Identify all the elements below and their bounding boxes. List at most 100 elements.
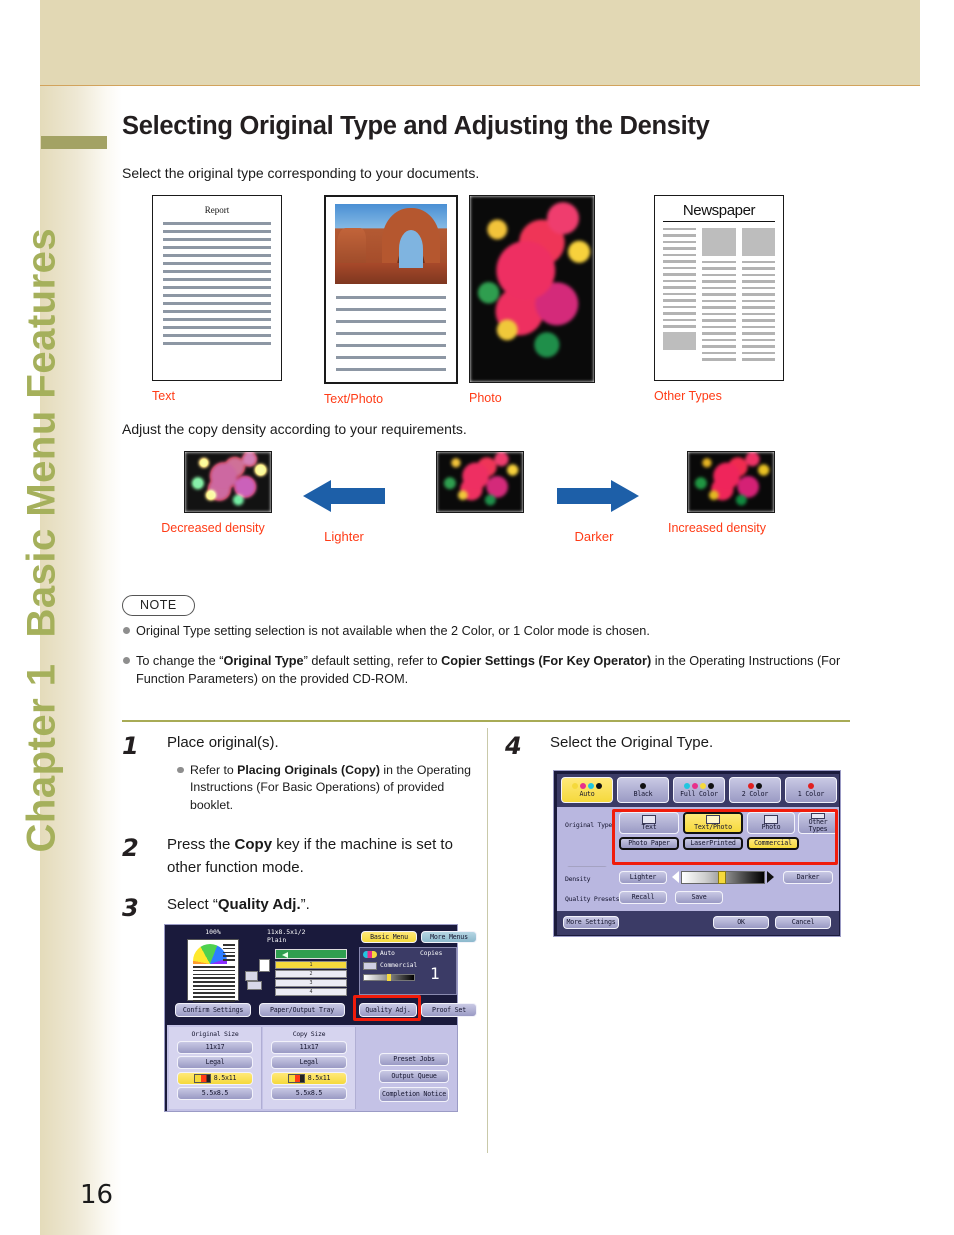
original-type-text-photo[interactable]: Text/Photo — [683, 812, 743, 834]
sample-text-image: Report — [152, 194, 282, 381]
button-cancel[interactable]: Cancel — [775, 916, 831, 929]
lcd-a-upper-area: 100% 11x8.5x1/2 Plain 1 2 3 4 Basic Menu… — [167, 927, 477, 1023]
tray-row-3: 3 — [275, 979, 347, 987]
machine-diagram-icon — [245, 957, 273, 993]
slider-left-arrow-icon[interactable] — [672, 871, 679, 883]
original-type-photo[interactable]: Photo — [747, 812, 795, 834]
density-illustration: Decreased density Lighter Darker Increas… — [122, 450, 862, 561]
tray-row-2: 2 — [275, 970, 347, 978]
note-item-2-bold1: Original Type — [223, 653, 304, 668]
chapter-title: Basic Menu Features — [19, 227, 64, 638]
black-dot-icon — [640, 783, 646, 790]
original-type-photo-paper[interactable]: Photo Paper — [619, 837, 679, 850]
color-mode-icon — [363, 951, 377, 958]
quality-presets-label: Quality Presets — [565, 895, 620, 903]
button-paper-output-tray[interactable]: Paper/Output Tray — [259, 1003, 345, 1017]
sample-doc-title: Report — [204, 204, 230, 215]
chapter-label: Chapter 1 Basic Menu Features — [20, 53, 65, 853]
newspaper-columns — [663, 227, 775, 365]
step-2-text: Press the Copy key if the machine is set… — [167, 834, 472, 880]
step-3-post: ”. — [300, 895, 310, 913]
original-size-legal[interactable]: Legal — [177, 1056, 253, 1069]
button-lighter[interactable]: Lighter — [619, 871, 667, 884]
copy-size-legal[interactable]: Legal — [271, 1056, 347, 1069]
original-size-5x8[interactable]: 5.5x8.5 — [177, 1087, 253, 1100]
copy-size-5x8[interactable]: 5.5x8.5 — [271, 1087, 347, 1100]
tray-row-1: 1 — [275, 961, 347, 969]
color-mode-black[interactable]: Black — [617, 777, 669, 803]
button-preset-jobs[interactable]: Preset Jobs — [379, 1053, 449, 1066]
button-quality-adj[interactable]: Quality Adj. — [359, 1003, 417, 1017]
button-completion-notice[interactable]: Completion Notice — [379, 1087, 449, 1102]
button-output-queue[interactable]: Output Queue — [379, 1070, 449, 1083]
color-mode-2-color[interactable]: 2 Color — [729, 777, 781, 803]
copy-size-11x17[interactable]: 11x17 — [271, 1040, 347, 1054]
density-slider-knob[interactable] — [718, 871, 726, 884]
color-mode-auto[interactable]: Auto — [561, 777, 613, 803]
flower-photo — [470, 195, 594, 382]
original-type-other-types[interactable]: Other Types — [798, 812, 838, 834]
newspaper-col-3 — [741, 227, 775, 365]
tab-basic-menu[interactable]: Basic Menu — [361, 931, 417, 943]
tray-feed-arrow-icon — [275, 949, 347, 959]
sample-text-photo-lines — [336, 295, 446, 371]
original-type-commercial[interactable]: Commercial — [747, 837, 799, 850]
button-more-settings[interactable]: More Settings — [563, 916, 619, 929]
size-orientation-icon — [287, 1073, 305, 1083]
note-item-1: Original Type setting selection is not a… — [122, 622, 862, 640]
lcd-a-status-box: Auto Commercial Copies 1 — [359, 947, 457, 995]
button-ok[interactable]: OK — [713, 916, 769, 929]
density-decreased-image — [184, 450, 272, 513]
button-save[interactable]: Save — [675, 891, 723, 904]
copy-size-8x11[interactable]: 8.5x11 — [271, 1071, 347, 1085]
original-size-8x11[interactable]: 8.5x11 — [177, 1071, 253, 1085]
zoom-ratio: 100% — [205, 928, 221, 936]
sample-other-types: Newspaper Other Types — [654, 194, 784, 403]
density-decreased-label: Decreased density — [161, 520, 265, 535]
button-darker[interactable]: Darker — [783, 871, 833, 884]
sample-photo: Photo — [469, 194, 595, 405]
step-1-note-pre: Refer to — [190, 762, 238, 777]
density-increased-label: Increased density — [668, 520, 766, 535]
step-3-bold: Quality Adj. — [217, 895, 301, 913]
original-size-11x17[interactable]: 11x17 — [177, 1040, 253, 1054]
arch-photo — [335, 203, 447, 284]
step-4-text: Select the Original Type. — [550, 734, 714, 751]
density-row-lcd: Density Lighter Darker Quality Presets R… — [557, 867, 839, 911]
original-type-value: Commercial — [380, 962, 418, 969]
original-type-icon — [363, 962, 377, 970]
density-increased-image — [687, 450, 775, 513]
step-2-number: 2 — [122, 834, 139, 863]
density-slider[interactable] — [681, 871, 765, 884]
steps-divider-horizontal — [122, 720, 850, 722]
color-mode-1-color[interactable]: 1 Color — [785, 777, 837, 803]
original-type-laser-printed[interactable]: LaserPrinted — [683, 837, 743, 850]
steps-divider-vertical — [487, 728, 489, 1153]
copy-size-label: Copy Size — [292, 1030, 326, 1038]
preview-lines — [193, 966, 235, 1004]
density-row-label: Density — [565, 875, 591, 883]
original-size-column: Original Size 11x17 Legal 8.5x11 5.5x8.5 — [169, 1027, 262, 1109]
darker-arrow: Darker — [557, 479, 639, 544]
sample-photo-label: Photo — [469, 390, 502, 405]
tab-more-menus[interactable]: More Menus — [421, 931, 477, 943]
manual-page: Chapter 1 Basic Menu Features 16 Selectin… — [0, 0, 954, 1235]
sample-text-label: Text — [152, 388, 175, 403]
note-item-2: To change the “Original Type” default se… — [122, 652, 862, 688]
paper-tray-stack: 1 2 3 4 — [275, 949, 347, 997]
step-3-number: 3 — [122, 893, 139, 922]
newspaper-col-2 — [702, 227, 736, 365]
button-recall[interactable]: Recall — [619, 891, 667, 904]
newspaper-masthead: Newspaper — [663, 202, 775, 222]
sample-other-types-label: Other Types — [654, 388, 722, 403]
copies-label: Copies — [420, 950, 443, 957]
step-1-text: Place original(s). — [167, 734, 279, 751]
button-proof-set[interactable]: Proof Set — [421, 1003, 477, 1017]
color-mode-full-color[interactable]: Full Color — [673, 777, 725, 803]
slider-right-arrow-icon[interactable] — [767, 871, 774, 883]
original-type-text[interactable]: Text — [619, 812, 679, 834]
page-title: Selecting Original Type and Adjusting th… — [122, 112, 710, 140]
button-confirm-settings[interactable]: Confirm Settings — [175, 1003, 251, 1017]
density-normal — [436, 450, 524, 513]
step-1-note-bold: Placing Originals (Copy) — [237, 762, 380, 777]
